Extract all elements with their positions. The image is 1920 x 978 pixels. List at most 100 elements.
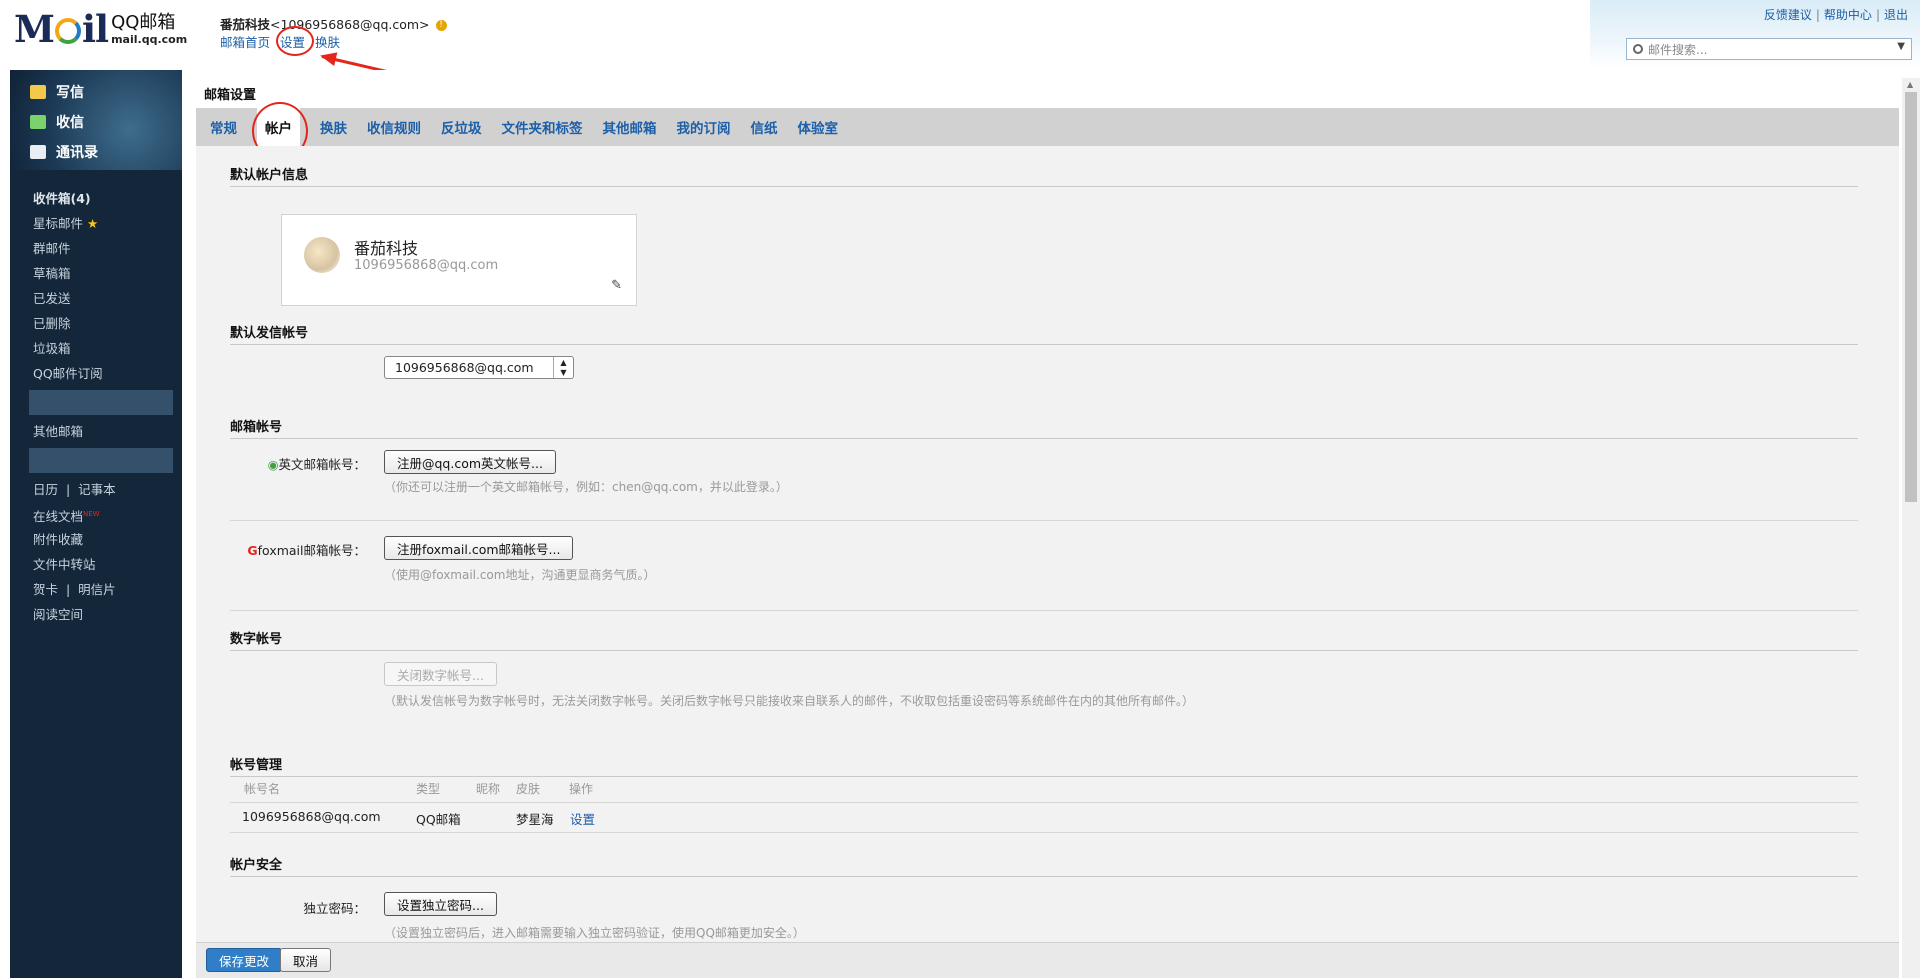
set-independent-password-button[interactable]: 设置独立密码... xyxy=(384,892,497,916)
edit-pencil-icon[interactable]: ✎ xyxy=(611,278,622,293)
qq-mail-logo[interactable]: Mil QQ邮箱 mail.qq.com xyxy=(14,11,187,48)
col-skin: 皮肤 xyxy=(516,782,541,796)
contacts-button[interactable]: 通讯录 xyxy=(30,142,98,162)
compose-label: 写信 xyxy=(56,85,84,101)
inbox-download-icon xyxy=(30,115,46,129)
page-title: 邮箱设置 xyxy=(204,88,257,103)
foxmail-account-hint: （使用@foxmail.com地址，沟通更显商务气质。） xyxy=(384,568,656,582)
tab-other-mailboxes[interactable]: 其他邮箱 xyxy=(603,117,657,137)
col-account-name: 帐号名 xyxy=(244,782,281,796)
tab-stationery[interactable]: 信纸 xyxy=(751,117,778,137)
tool-calendar[interactable]: 日历 xyxy=(33,482,58,497)
register-english-account-button[interactable]: 注册@qq.com英文帐号... xyxy=(384,450,556,474)
folder-list: 收件箱(4) 星标邮件 ★ 群邮件 草稿箱 已发送 已删除 垃圾箱 QQ邮件订阅… xyxy=(29,186,173,627)
col-type: 类型 xyxy=(416,782,441,796)
mail-search-input[interactable]: 邮件搜索... ▼ xyxy=(1626,38,1912,60)
search-icon xyxy=(1633,44,1643,54)
tool-online-docs-label: 在线文档 xyxy=(33,509,84,525)
inbox-receive-button[interactable]: 收信 xyxy=(30,112,84,132)
contacts-icon xyxy=(30,145,46,159)
settings-tabs: 常规 帐户 换肤 收信规则 反垃圾 文件夹和标签 其他邮箱 我的订阅 信纸 体验… xyxy=(196,107,1899,147)
digital-account-hint: （默认发信帐号为数字帐号时，无法关闭数字帐号。关闭后数字帐号只能接收来自联系人的… xyxy=(384,694,1195,708)
link-help[interactable]: 帮助中心 xyxy=(1824,8,1872,22)
account-settings-panel: 默认帐户信息 番茄科技 1096956868@qq.com ✎ 默认发信帐号 1… xyxy=(196,146,1899,942)
folder-starred[interactable]: 星标邮件 ★ xyxy=(33,211,173,236)
cancel-button[interactable]: 取消 xyxy=(280,948,332,972)
warning-icon[interactable]: ! xyxy=(435,20,447,31)
foxmail-account-label: Gfoxmail邮箱帐号： xyxy=(236,540,366,559)
search-placeholder: 邮件搜索... xyxy=(1648,42,1708,57)
tool-attachments[interactable]: 附件收藏 xyxy=(33,527,173,552)
annotation-circle-settings xyxy=(276,26,314,56)
logo-mark: M xyxy=(14,7,55,51)
scrollbar-thumb[interactable] xyxy=(1905,92,1917,502)
tab-folders-tags[interactable]: 文件夹和标签 xyxy=(502,117,583,137)
row-settings-link[interactable]: 设置 xyxy=(570,809,595,828)
contacts-label: 通讯录 xyxy=(56,145,98,161)
link-skin[interactable]: 换肤 xyxy=(315,35,340,50)
default-sender-select[interactable]: 1096956868@qq.com ▲ ▼ xyxy=(384,356,574,379)
select-updown-icon: ▲ ▼ xyxy=(553,357,573,378)
tool-online-docs[interactable]: 在线文档NEW xyxy=(33,502,173,527)
scrollbar[interactable]: ▲ xyxy=(1902,78,1920,978)
star-icon: ★ xyxy=(87,216,99,231)
default-sender-value: 1096956868@qq.com xyxy=(395,360,534,375)
compose-button[interactable]: 写信 xyxy=(30,82,84,102)
new-badge: NEW xyxy=(83,510,100,518)
tool-reading-space[interactable]: 阅读空间 xyxy=(33,602,173,627)
top-right-links: 反馈建议 | 帮助中心 | 退出 xyxy=(1763,8,1908,22)
user-info: 番茄科技<1096956868@qq.com>! xyxy=(220,14,447,33)
folder-inbox[interactable]: 收件箱(4) xyxy=(33,186,173,211)
sidebar-nav-panel: 写信 收信 通讯录 xyxy=(10,70,182,170)
tool-cards: 贺卡 | 明信片 xyxy=(33,582,116,597)
account-name: 番茄科技 xyxy=(354,239,419,258)
register-foxmail-account-button[interactable]: 注册foxmail.com邮箱帐号... xyxy=(384,536,574,560)
action-bar: 保存更改 取消 xyxy=(196,942,1899,978)
folder-sent[interactable]: 已发送 xyxy=(33,286,173,311)
link-feedback[interactable]: 反馈建议 xyxy=(1764,8,1812,22)
folder-group[interactable]: 群邮件 xyxy=(33,236,173,261)
tab-my-subscriptions[interactable]: 我的订阅 xyxy=(677,117,731,137)
sidebar: 写信 收信 通讯录 收件箱(4) 星标邮件 ★ 群邮件 草稿箱 已发送 已删除 … xyxy=(10,70,182,978)
folder-deleted[interactable]: 已删除 xyxy=(33,311,173,336)
save-changes-button[interactable]: 保存更改 xyxy=(206,948,283,972)
tab-receive-rules[interactable]: 收信规则 xyxy=(367,117,421,137)
logo-mark-rest: il xyxy=(81,7,109,51)
folder-spam[interactable]: 垃圾箱 xyxy=(33,336,173,361)
folder-starred-label: 星标邮件 xyxy=(33,216,84,231)
receive-label: 收信 xyxy=(56,115,84,131)
default-account-card: 番茄科技 1096956868@qq.com ✎ xyxy=(281,214,637,306)
folder-drafts[interactable]: 草稿箱 xyxy=(33,261,173,286)
english-account-label: ◉英文邮箱帐号： xyxy=(266,454,366,473)
chevron-down-icon[interactable]: ▼ xyxy=(1897,41,1905,52)
tab-skin[interactable]: 换肤 xyxy=(320,117,347,137)
table-divider xyxy=(230,802,1858,803)
tool-calendar-notes: 日历 | 记事本 xyxy=(33,482,116,497)
scroll-up-icon[interactable]: ▲ xyxy=(1907,80,1913,89)
folder-subscriptions[interactable]: QQ邮件订阅 xyxy=(33,361,173,386)
compose-icon xyxy=(30,85,46,99)
folder-other-mailboxes[interactable]: 其他邮箱 xyxy=(33,419,173,444)
foxmail-icon: G xyxy=(247,543,258,558)
english-account-hint: （你还可以注册一个英文邮箱帐号，例如：chen@qq.com，并以此登录。） xyxy=(384,480,788,494)
tool-greeting-card[interactable]: 贺卡 xyxy=(33,582,58,597)
tool-file-transfer[interactable]: 文件中转站 xyxy=(33,552,173,577)
tab-anti-spam[interactable]: 反垃圾 xyxy=(441,117,482,137)
tool-postcard[interactable]: 明信片 xyxy=(78,582,116,597)
row-type: QQ邮箱 xyxy=(416,812,461,827)
table-divider xyxy=(230,832,1858,833)
logo-text: QQ邮箱 mail.qq.com xyxy=(111,14,187,46)
link-mail-home[interactable]: 邮箱首页 xyxy=(220,35,270,50)
sidebar-divider xyxy=(29,448,173,473)
user-name: 番茄科技 xyxy=(220,17,271,32)
tool-notes[interactable]: 记事本 xyxy=(78,482,116,497)
close-digital-account-button[interactable]: 关闭数字帐号... xyxy=(384,662,497,686)
col-action: 操作 xyxy=(569,782,594,796)
tab-general[interactable]: 常规 xyxy=(210,117,237,137)
link-logout[interactable]: 退出 xyxy=(1884,8,1908,22)
divider xyxy=(230,520,1858,521)
row-account-name: 1096956868@qq.com xyxy=(242,809,381,824)
tab-lab[interactable]: 体验室 xyxy=(798,117,839,137)
english-account-label-text: 英文邮箱帐号： xyxy=(278,457,366,472)
account-email: 1096956868@qq.com xyxy=(354,258,499,273)
